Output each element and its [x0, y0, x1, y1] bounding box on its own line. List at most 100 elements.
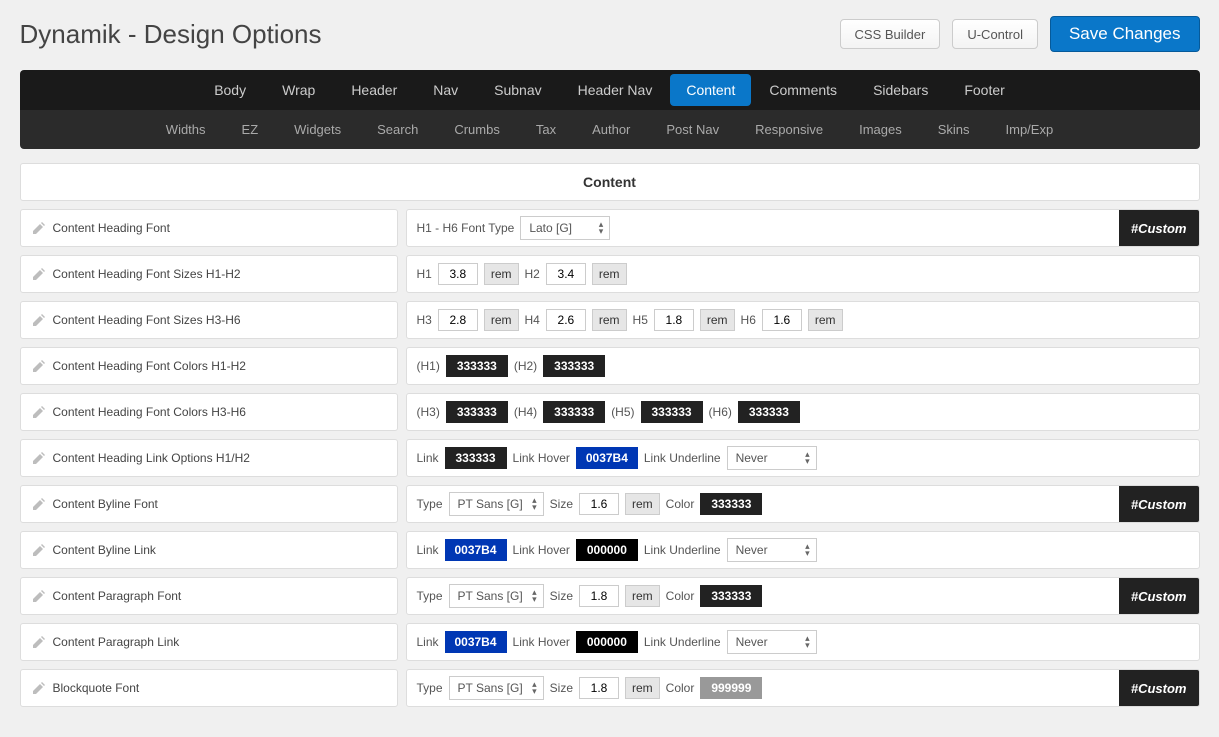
row-label: Content Heading Font Colors H1-H2	[20, 347, 398, 385]
size-unit[interactable]: rem	[625, 493, 660, 515]
h6-size-input[interactable]	[762, 309, 802, 331]
h3-color-chip[interactable]: 333333	[446, 401, 508, 423]
h5-size-input[interactable]	[654, 309, 694, 331]
hover-color-chip[interactable]: 000000	[576, 539, 638, 561]
hover-label: Link Hover	[513, 543, 570, 557]
row-content: Link 0037B4 Link Hover 000000 Link Under…	[406, 531, 1200, 569]
hover-label: Link Hover	[513, 635, 570, 649]
font-type-select[interactable]: Lato [G]▴▾	[520, 216, 610, 240]
font-select[interactable]: PT Sans [G]▴▾	[449, 676, 544, 700]
nav1-item-wrap[interactable]: Wrap	[264, 70, 333, 110]
nav2-item-images[interactable]: Images	[841, 112, 920, 147]
nav1-item-comments[interactable]: Comments	[751, 70, 855, 110]
link-color-chip[interactable]: 0037B4	[445, 539, 507, 561]
nav1-item-body[interactable]: Body	[196, 70, 264, 110]
size-input[interactable]	[579, 677, 619, 699]
nav1-item-content[interactable]: Content	[670, 74, 751, 106]
underline-select[interactable]: Never▴▾	[727, 446, 817, 470]
nav2-item-ez[interactable]: EZ	[224, 112, 277, 147]
font-select[interactable]: PT Sans [G]▴▾	[449, 584, 544, 608]
color-chip[interactable]: 333333	[700, 493, 762, 515]
row-label-text: Blockquote Font	[53, 681, 140, 695]
h4-color-chip[interactable]: 333333	[543, 401, 605, 423]
hover-color-chip[interactable]: 000000	[576, 631, 638, 653]
edit-icon	[31, 634, 47, 650]
h5-color-chip[interactable]: 333333	[641, 401, 703, 423]
h4-label: H4	[525, 313, 540, 327]
h2-size-input[interactable]	[546, 263, 586, 285]
edit-icon	[31, 542, 47, 558]
nav2-item-search[interactable]: Search	[359, 112, 436, 147]
select-value: Lato [G]	[529, 221, 572, 235]
custom-button[interactable]: #Custom	[1119, 486, 1199, 522]
custom-button[interactable]: #Custom	[1119, 210, 1199, 246]
h5-unit[interactable]: rem	[700, 309, 735, 331]
h2-color-label: (H2)	[514, 359, 537, 373]
h4-size-input[interactable]	[546, 309, 586, 331]
link-color-chip[interactable]: 0037B4	[445, 631, 507, 653]
h2-color-chip[interactable]: 333333	[543, 355, 605, 377]
edit-icon	[31, 266, 47, 282]
custom-button[interactable]: #Custom	[1119, 578, 1199, 614]
nav1-item-header-nav[interactable]: Header Nav	[560, 70, 671, 110]
nav2-item-imp-exp[interactable]: Imp/Exp	[988, 112, 1072, 147]
font-select[interactable]: PT Sans [G]▴▾	[449, 492, 544, 516]
css-builder-button[interactable]: CSS Builder	[840, 19, 941, 49]
underline-label: Link Underline	[644, 635, 721, 649]
h6-color-chip[interactable]: 333333	[738, 401, 800, 423]
row-label: Content Heading Font	[20, 209, 398, 247]
h3-size-input[interactable]	[438, 309, 478, 331]
row-content: H3 rem H4 rem H5 rem H6 rem	[406, 301, 1200, 339]
nav2-item-crumbs[interactable]: Crumbs	[436, 112, 518, 147]
nav2-item-widths[interactable]: Widths	[148, 112, 224, 147]
save-changes-button[interactable]: Save Changes	[1050, 16, 1200, 52]
underline-label: Link Underline	[644, 543, 721, 557]
h6-label: H6	[741, 313, 756, 327]
color-chip[interactable]: 333333	[700, 585, 762, 607]
size-unit[interactable]: rem	[625, 585, 660, 607]
size-input[interactable]	[579, 585, 619, 607]
u-control-button[interactable]: U-Control	[952, 19, 1038, 49]
row-content: Link 0037B4 Link Hover 000000 Link Under…	[406, 623, 1200, 661]
color-label: Color	[666, 497, 695, 511]
color-chip[interactable]: 999999	[700, 677, 762, 699]
row-content: Type PT Sans [G]▴▾ Size rem Color 333333…	[406, 485, 1200, 523]
nav2-item-skins[interactable]: Skins	[920, 112, 988, 147]
h6-unit[interactable]: rem	[808, 309, 843, 331]
nav1-item-nav[interactable]: Nav	[415, 70, 476, 110]
size-unit[interactable]: rem	[625, 677, 660, 699]
h3-color-label: (H3)	[417, 405, 440, 419]
h1-unit[interactable]: rem	[484, 263, 519, 285]
row-label: Blockquote Font	[20, 669, 398, 707]
underline-select[interactable]: Never▴▾	[727, 630, 817, 654]
nav2-item-author[interactable]: Author	[574, 112, 648, 147]
row-label-text: Content Byline Font	[53, 497, 158, 511]
edit-icon	[31, 220, 47, 236]
row-content: Type PT Sans [G]▴▾ Size rem Color 999999…	[406, 669, 1200, 707]
nav1-item-sidebars[interactable]: Sidebars	[855, 70, 946, 110]
size-input[interactable]	[579, 493, 619, 515]
hover-color-chip[interactable]: 0037B4	[576, 447, 638, 469]
custom-button[interactable]: #Custom	[1119, 670, 1199, 706]
nav1-item-subnav[interactable]: Subnav	[476, 70, 559, 110]
nav2-item-tax[interactable]: Tax	[518, 112, 574, 147]
nav2-item-responsive[interactable]: Responsive	[737, 112, 841, 147]
h1-color-chip[interactable]: 333333	[446, 355, 508, 377]
h1-size-input[interactable]	[438, 263, 478, 285]
underline-select[interactable]: Never▴▾	[727, 538, 817, 562]
chevron-updown-icon: ▴▾	[805, 635, 810, 649]
h4-unit[interactable]: rem	[592, 309, 627, 331]
h3-unit[interactable]: rem	[484, 309, 519, 331]
size-label: Size	[550, 681, 573, 695]
row-label: Content Heading Font Sizes H3-H6	[20, 301, 398, 339]
h2-unit[interactable]: rem	[592, 263, 627, 285]
row-content: Link 333333 Link Hover 0037B4 Link Under…	[406, 439, 1200, 477]
nav2-item-widgets[interactable]: Widgets	[276, 112, 359, 147]
nav1-item-header[interactable]: Header	[333, 70, 415, 110]
link-color-chip[interactable]: 333333	[445, 447, 507, 469]
h1-label: H1	[417, 267, 432, 281]
nav1-item-footer[interactable]: Footer	[946, 70, 1022, 110]
nav2-item-post-nav[interactable]: Post Nav	[648, 112, 737, 147]
underline-label: Link Underline	[644, 451, 721, 465]
row-label: Content Byline Font	[20, 485, 398, 523]
